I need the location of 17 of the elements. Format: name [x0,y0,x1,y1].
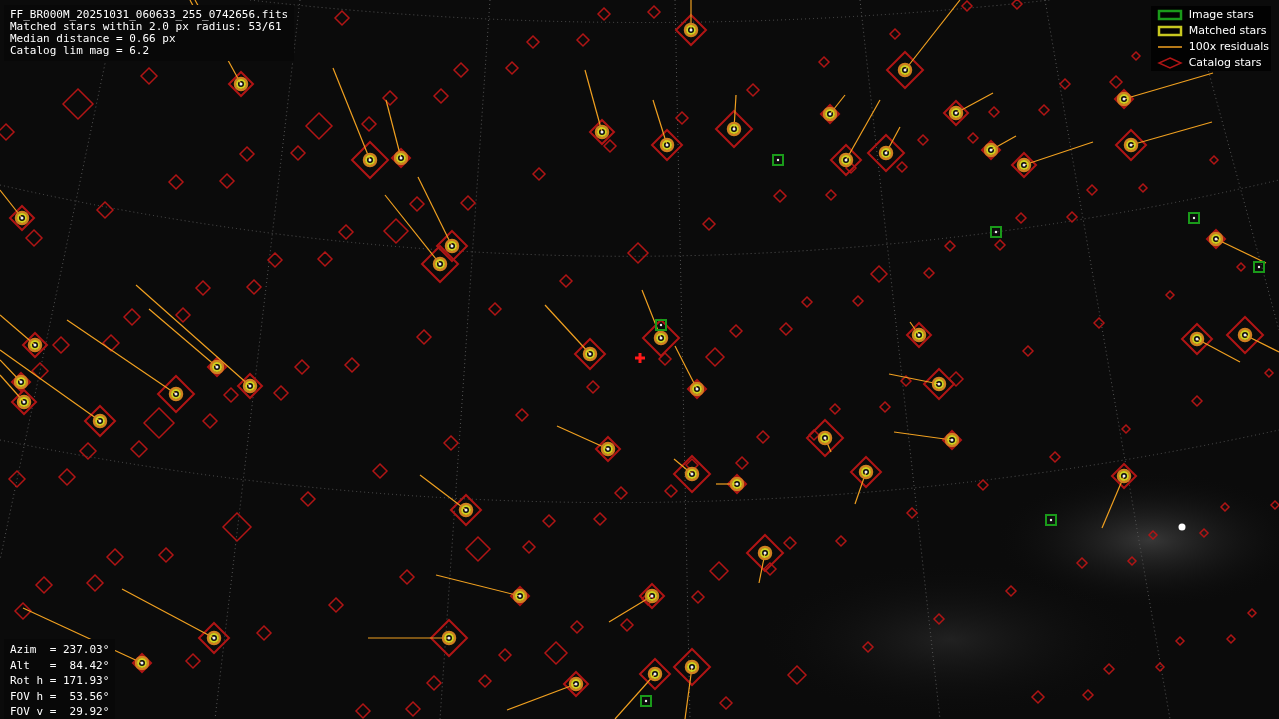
info-text: Catalog lim mag = 6.2 [10,45,150,57]
square-swatch-icon [1156,24,1183,37]
legend-label: Matched stars [1188,24,1267,37]
pointing-text: Alt = 84.42° [10,657,110,673]
info-text: Matched stars within 2.0 px radius: 53/61 [10,21,282,33]
line-swatch-icon [1156,44,1183,49]
legend-label: Catalog stars [1188,56,1262,69]
pointing-text: Rot h = 171.93° [10,673,110,689]
diamond-swatch-icon [1156,56,1183,69]
legend-label: 100x residuals [1188,40,1269,53]
square-swatch-icon [1156,8,1183,21]
pointing-text: Azim = 237.03° [10,642,110,658]
info-text: FF_BR000M_20251031_060633_255_0742656.fits [10,9,289,21]
info-text: Median distance = 0.66 px [10,33,176,45]
legend-label: Image stars [1188,8,1254,21]
pointing-text: FOV h = 53.56° [10,688,110,704]
pointing-text: FOV v = 29.92° [10,704,110,719]
